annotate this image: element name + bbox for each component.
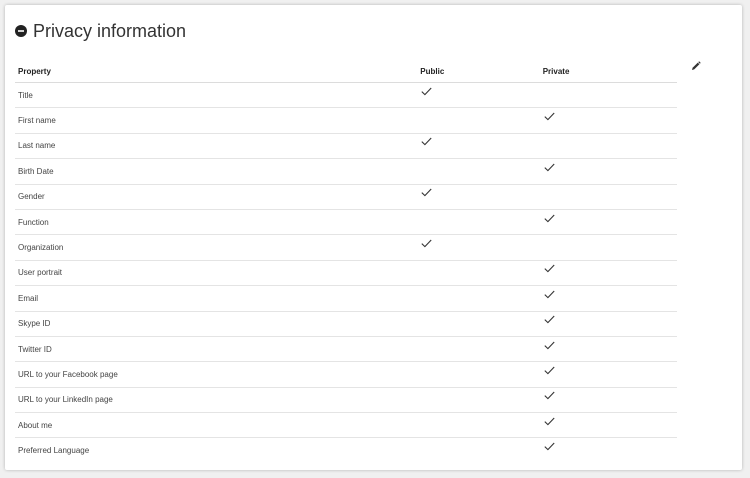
- private-cell: [539, 387, 677, 414]
- property-label: URL to your Facebook page: [15, 361, 418, 388]
- checkmark-icon: [421, 188, 432, 197]
- table-row: Last name: [15, 133, 677, 160]
- private-cell: [539, 158, 677, 185]
- private-cell: [539, 133, 677, 160]
- property-label: Gender: [15, 184, 418, 210]
- public-cell: [417, 107, 540, 134]
- public-cell: [417, 285, 540, 312]
- public-cell: [417, 133, 540, 160]
- table-row: User portrait: [15, 260, 677, 287]
- public-cell: [417, 158, 540, 185]
- column-header-property: Property: [15, 60, 418, 83]
- property-label: Skype ID: [15, 311, 418, 337]
- private-cell: [539, 412, 677, 439]
- checkmark-icon: [544, 366, 555, 375]
- column-header-public: Public: [417, 60, 540, 83]
- minus-circle-icon[interactable]: [15, 25, 27, 37]
- property-label: Email: [15, 285, 418, 312]
- private-cell: [540, 438, 677, 463]
- section-header[interactable]: Privacy information: [15, 19, 186, 43]
- public-cell: [417, 438, 539, 463]
- column-header-private: Private: [539, 60, 677, 83]
- checkmark-icon: [421, 138, 432, 146]
- table-row: Title: [15, 82, 677, 109]
- table-row: Birth Date: [15, 158, 677, 185]
- table-row: Skype ID: [15, 311, 677, 337]
- private-cell: [539, 107, 677, 134]
- private-cell: [539, 361, 677, 388]
- checkmark-icon: [544, 391, 555, 400]
- page-title: Privacy information: [33, 21, 187, 41]
- table-row: Function: [15, 209, 677, 236]
- public-cell: [417, 184, 540, 210]
- private-cell: [539, 285, 677, 312]
- table-header-row: Property Public Private: [15, 60, 677, 83]
- pencil-icon[interactable]: [691, 61, 701, 71]
- property-label: Birth Date: [15, 158, 418, 185]
- property-label: Preferred Language: [18, 446, 90, 456]
- property-label: Twitter ID: [15, 336, 418, 363]
- checkmark-icon: [544, 112, 555, 121]
- property-label: Organization: [15, 234, 418, 261]
- property-label: User portrait: [15, 260, 418, 287]
- checkmark-icon: [421, 239, 432, 248]
- property-label: Function: [15, 209, 418, 236]
- property-label: Last name: [15, 133, 418, 160]
- checkmark-icon: [421, 87, 432, 96]
- table-row: About me: [15, 412, 677, 439]
- public-cell: [417, 234, 540, 261]
- private-cell: [539, 336, 677, 363]
- private-cell: [539, 311, 677, 337]
- public-cell: [417, 82, 540, 109]
- private-cell: [539, 260, 677, 287]
- property-label: Title: [15, 82, 418, 109]
- private-cell: [539, 82, 677, 109]
- private-cell: [539, 184, 677, 210]
- private-cell: [539, 209, 677, 236]
- property-label: URL to your LinkedIn page: [15, 387, 418, 414]
- table-row: URL to your LinkedIn page: [15, 387, 677, 414]
- private-cell: [539, 234, 677, 261]
- checkmark-icon: [544, 163, 555, 172]
- table-row: Preferred Language: [15, 438, 677, 463]
- property-label: About me: [15, 412, 418, 439]
- privacy-card: Privacy information Property Public Priv…: [5, 5, 742, 470]
- public-cell: [417, 387, 540, 414]
- privacy-table: Property Public Private Title First name L…: [15, 60, 677, 463]
- checkmark-icon: [544, 315, 555, 324]
- public-cell: [417, 412, 540, 439]
- public-cell: [417, 361, 540, 388]
- table-row: Twitter ID: [15, 336, 677, 363]
- table-row: Email: [15, 285, 677, 312]
- public-cell: [417, 311, 540, 337]
- checkmark-icon: [544, 341, 555, 349]
- checkmark-icon: [544, 265, 555, 273]
- checkmark-icon: [544, 290, 555, 299]
- table-body: Title First name Last name Birth Date Gender…: [15, 82, 677, 463]
- table-row: Gender: [15, 184, 677, 210]
- table-row: Organization: [15, 234, 677, 261]
- checkmark-icon: [544, 442, 555, 451]
- public-cell: [417, 336, 540, 363]
- public-cell: [417, 209, 540, 236]
- checkmark-icon: [544, 214, 555, 223]
- property-label: First name: [15, 107, 418, 134]
- table-row: First name: [15, 107, 677, 134]
- checkmark-icon: [544, 417, 555, 426]
- table-row: URL to your Facebook page: [15, 361, 677, 388]
- public-cell: [417, 260, 540, 287]
